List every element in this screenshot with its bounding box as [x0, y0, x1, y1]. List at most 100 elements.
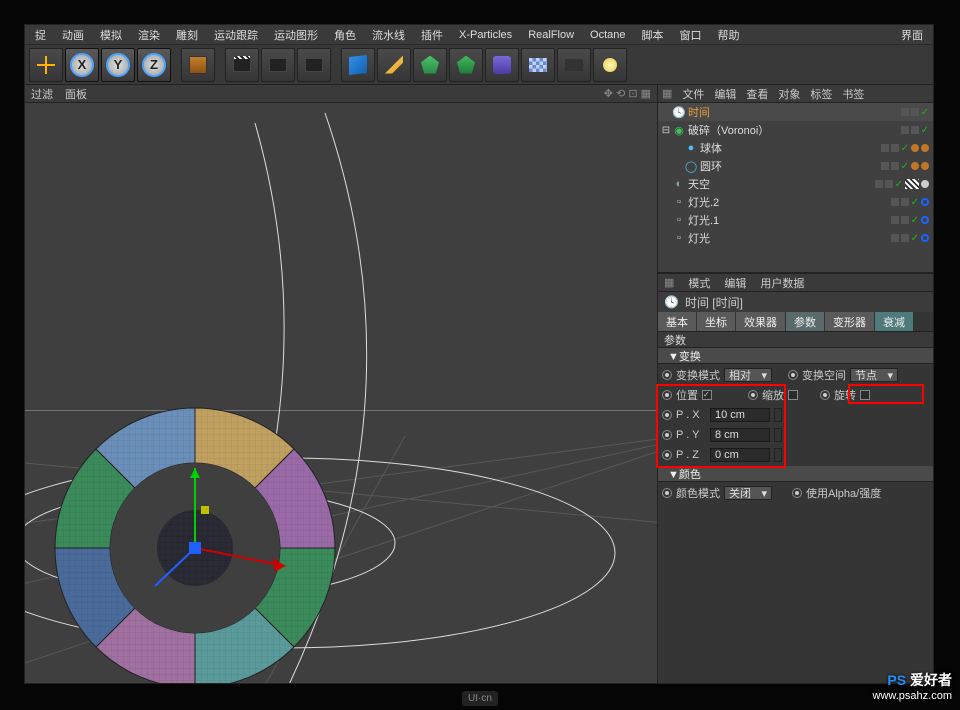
py-input[interactable]: 8 cm [710, 428, 770, 442]
attr-menu-item[interactable]: 用户数据 [760, 275, 804, 291]
clapper2-icon [269, 58, 287, 72]
menu-item[interactable]: 窗口 [674, 27, 708, 43]
attr-menu-item[interactable]: 模式 [688, 275, 710, 291]
radio-icon[interactable] [662, 370, 672, 380]
clapper-icon [233, 58, 251, 72]
voronoi-icon: ◉ [672, 123, 686, 137]
page-footer: UI·cn [0, 691, 960, 706]
px-input[interactable]: 10 cm [710, 408, 770, 422]
row-pz: P . Z 0 cm [662, 446, 929, 464]
pz-input[interactable]: 0 cm [710, 448, 770, 462]
om-item-voronoi[interactable]: ⊟ ◉ 破碎（Voronoi） ✓ [658, 121, 933, 139]
om-menu-item[interactable]: 书签 [842, 86, 864, 102]
attr-menu-item[interactable]: 编辑 [724, 275, 746, 291]
om-item-sky[interactable]: ◐ 天空 ✓ [658, 175, 933, 193]
om-menu-item[interactable]: 标签 [810, 86, 832, 102]
rotation-label: 旋转 [834, 387, 856, 403]
om-menu-item[interactable]: 对象 [778, 86, 800, 102]
render-settings-button[interactable] [297, 48, 331, 82]
tab-deformer[interactable]: 变形器 [825, 312, 875, 331]
deformer-button[interactable] [485, 48, 519, 82]
om-item-light2[interactable]: ▫ 灯光.2 ✓ [658, 193, 933, 211]
radio-icon[interactable] [662, 450, 672, 460]
radio-icon[interactable] [748, 390, 758, 400]
viewport-nav-icons[interactable]: ✥ ⟲ ⊡ ▦ [604, 87, 651, 100]
axis-z-button[interactable]: Z [137, 48, 171, 82]
attr-group-color[interactable]: ▼颜色 [658, 466, 933, 482]
pz-spinner[interactable] [774, 448, 782, 462]
menu-item[interactable]: 帮助 [712, 27, 746, 43]
radio-icon[interactable] [662, 430, 672, 440]
tab-falloff[interactable]: 衰减 [875, 312, 914, 331]
om-item-light1[interactable]: ▫ 灯光.1 ✓ [658, 211, 933, 229]
rotation-checkbox[interactable] [860, 390, 870, 400]
py-spinner[interactable] [774, 428, 782, 442]
move-icon [35, 54, 57, 76]
axis-x-button[interactable]: X [65, 48, 99, 82]
array-icon [457, 56, 475, 74]
y-axis-icon: Y [106, 53, 130, 77]
radio-icon[interactable] [662, 488, 672, 498]
view-tab-panel[interactable]: 面板 [65, 86, 87, 102]
menu-item[interactable]: 角色 [328, 27, 362, 43]
menu-item[interactable]: 模拟 [94, 27, 128, 43]
om-menu-item[interactable]: 文件 [682, 86, 704, 102]
layout-label[interactable]: 界面 [895, 27, 929, 43]
color-mode-dropdown[interactable]: 关闭▾ [724, 486, 772, 500]
tab-params[interactable]: 参数 [786, 312, 825, 331]
light-button[interactable] [593, 48, 627, 82]
menu-item[interactable]: 插件 [415, 27, 449, 43]
viewport[interactable] [25, 103, 657, 683]
menu-item[interactable]: 脚本 [636, 27, 670, 43]
menu-item[interactable]: X-Particles [453, 29, 518, 41]
tab-coord[interactable]: 坐标 [697, 312, 736, 331]
transform-space-label: 变换空间 [802, 367, 846, 383]
transform-space-dropdown[interactable]: 节点▾ [850, 368, 898, 382]
radio-icon[interactable] [662, 410, 672, 420]
menu-item[interactable]: Octane [584, 29, 631, 41]
om-item-time[interactable]: 🕓 时间 ✓ [658, 103, 933, 121]
attr-menu: ▦ 模式 编辑 用户数据 [658, 274, 933, 292]
menu-item[interactable]: 动画 [56, 27, 90, 43]
px-spinner[interactable] [774, 408, 782, 422]
om-item-torus[interactable]: ◯ 圆环 ✓ [658, 157, 933, 175]
primitive-button[interactable] [341, 48, 375, 82]
generator-button[interactable] [413, 48, 447, 82]
coord-system-button[interactable] [181, 48, 215, 82]
camera-button[interactable] [557, 48, 591, 82]
om-menu-item[interactable]: 编辑 [714, 86, 736, 102]
radio-icon[interactable] [820, 390, 830, 400]
menu-item[interactable]: 运动图形 [268, 27, 324, 43]
menu-item[interactable]: 流水线 [366, 27, 411, 43]
menu-item[interactable]: RealFlow [522, 29, 580, 41]
om-item-light[interactable]: ▫ 灯光 ✓ [658, 229, 933, 247]
clapper3-icon [305, 58, 323, 72]
scale-checkbox[interactable] [788, 390, 798, 400]
om-menu-item[interactable]: 查看 [746, 86, 768, 102]
radio-icon[interactable] [662, 390, 672, 400]
menu-item[interactable]: 雕刻 [170, 27, 204, 43]
x-axis-icon: X [70, 53, 94, 77]
tab-effector[interactable]: 效果器 [736, 312, 786, 331]
attr-group-transform[interactable]: ▼变换 [658, 348, 933, 364]
transform-mode-dropdown[interactable]: 相对▾ [724, 368, 772, 382]
tab-basic[interactable]: 基本 [658, 312, 697, 331]
render-pv-button[interactable] [261, 48, 295, 82]
footer-badge: UI·cn [462, 691, 498, 706]
om-item-sphere[interactable]: ● 球体 ✓ [658, 139, 933, 157]
position-checkbox[interactable] [702, 390, 712, 400]
menu-item[interactable]: 运动跟踪 [208, 27, 264, 43]
spline-button[interactable] [377, 48, 411, 82]
menubar: 捉 动画 模拟 渲染 雕刻 运动跟踪 运动图形 角色 流水线 插件 X-Part… [25, 25, 933, 45]
move-tool-button[interactable] [29, 48, 63, 82]
environment-button[interactable] [521, 48, 555, 82]
menu-item[interactable]: 捉 [29, 27, 52, 43]
view-tab-filter[interactable]: 过滤 [31, 86, 53, 102]
axis-y-button[interactable]: Y [101, 48, 135, 82]
sky-icon: ◐ [672, 177, 686, 191]
radio-icon[interactable] [792, 488, 802, 498]
radio-icon[interactable] [788, 370, 798, 380]
menu-item[interactable]: 渲染 [132, 27, 166, 43]
render-button[interactable] [225, 48, 259, 82]
generator2-button[interactable] [449, 48, 483, 82]
